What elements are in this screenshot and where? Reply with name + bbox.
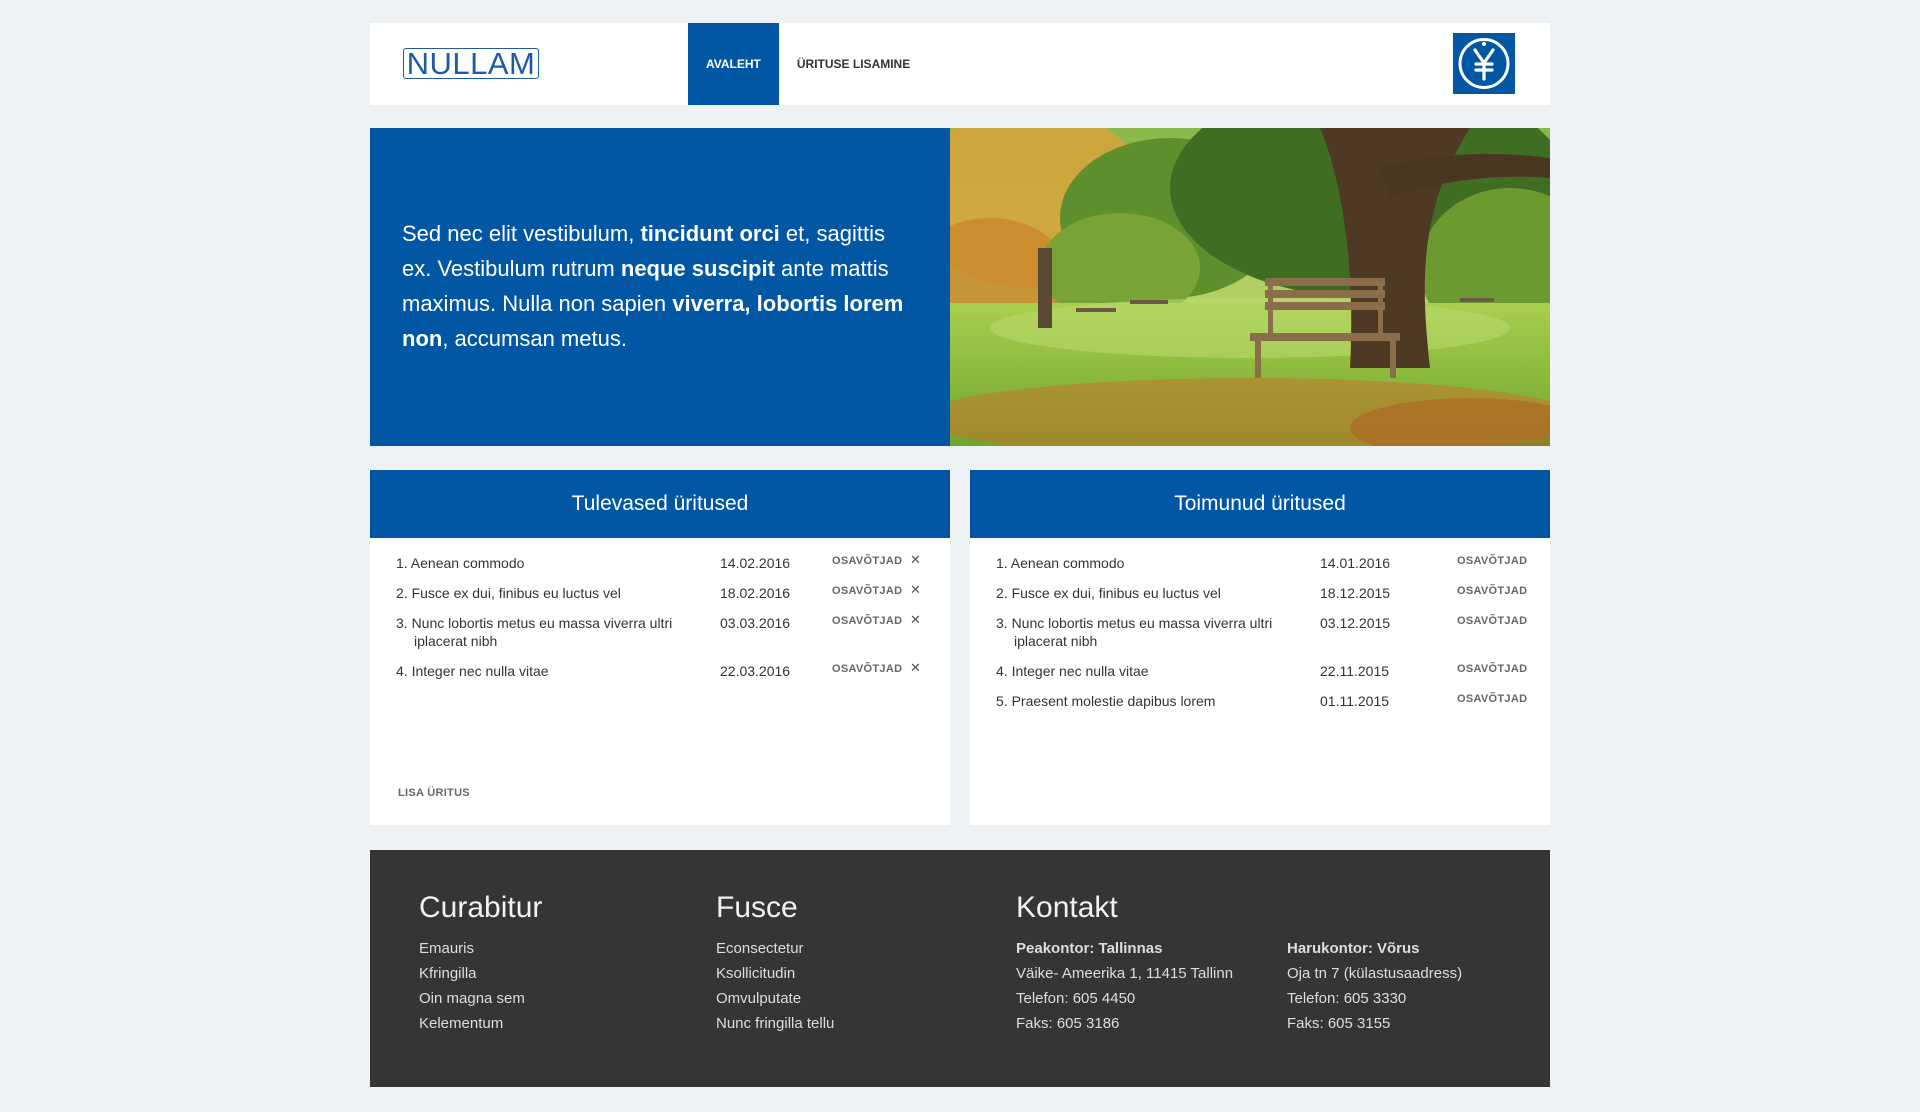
footer-link[interactable]: Kelementum	[419, 1011, 542, 1036]
participants-link[interactable]: OSAVÕTJAD	[832, 552, 902, 570]
footer-link[interactable]: Oin magna sem	[419, 986, 542, 1011]
close-icon[interactable]: ✕	[910, 581, 921, 599]
footer-link[interactable]: Nunc fringilla tellu	[716, 1011, 834, 1036]
upcoming-events-title: Tulevased üritused	[370, 470, 950, 538]
event-date: 03.12.2015	[1320, 615, 1391, 631]
event-date: 03.03.2016	[720, 615, 791, 631]
footer-heading: Kontakt	[1016, 891, 1118, 924]
site-footer: Curabitur Emauris Kfringilla Oin magna s…	[370, 850, 1550, 1087]
hero-park-image	[950, 128, 1550, 446]
event-date: 14.02.2016	[720, 555, 791, 571]
event-name: 5. Praesent molestie dapibus lorem	[996, 693, 1216, 709]
nav-item-home[interactable]: AVALEHT	[688, 23, 779, 105]
list-item: 1. Aenean commodo 14.01.2016 OSAVÕTJAD	[970, 554, 1550, 572]
participants-link[interactable]: OSAVÕTJAD	[832, 660, 902, 678]
hero-text-part: Sed nec elit vestibulum,	[402, 221, 641, 246]
upcoming-events-list: 1. Aenean commodo 14.02.2016 OSAVÕTJAD ✕…	[370, 538, 950, 680]
participants-link[interactable]: OSAVÕTJAD	[832, 582, 902, 600]
office-address: Väike- Ameerika 1, 11415 Tallinn	[1016, 965, 1234, 982]
office-phone: Telefon: 605 4450	[1016, 990, 1136, 1007]
event-name: 3. Nunc lobortis metus eu massa viverra …	[996, 615, 1273, 649]
past-events-title: Toimunud üritused	[970, 470, 1550, 538]
hero-text: Sed nec elit vestibulum, tincidunt orci …	[370, 128, 950, 446]
events-section: Tulevased üritused 1. Aenean commodo 14.…	[370, 470, 1550, 825]
event-date: 14.01.2016	[1320, 555, 1391, 571]
event-name: 1. Aenean commodo	[996, 555, 1125, 571]
footer-link[interactable]: Ksollicitudin	[716, 961, 834, 986]
upcoming-events-panel: Tulevased üritused 1. Aenean commodo 14.…	[370, 470, 950, 825]
event-name: 1. Aenean commodo	[396, 555, 525, 571]
office-phone: Telefon: 605 3330	[1287, 990, 1407, 1007]
close-icon[interactable]: ✕	[910, 659, 921, 677]
list-item: 3. Nunc lobortis metus eu massa viverra …	[970, 614, 1550, 650]
footer-column-contact-branch: Harukontor: Võrus Oja tn 7 (külastusaadr…	[1287, 936, 1462, 1036]
event-date: 01.11.2015	[1320, 693, 1390, 709]
close-icon[interactable]: ✕	[910, 551, 921, 569]
list-item: 2. Fusce ex dui, finibus eu luctus vel 1…	[370, 581, 950, 602]
footer-link[interactable]: Omvulputate	[716, 986, 834, 1011]
site-header: NULLAM AVALEHT ÜRITUSE LISAMINE	[370, 23, 1550, 105]
list-item: 3. Nunc lobortis metus eu massa viverra …	[370, 611, 950, 650]
footer-column-fusce: Fusce Econsectetur Ksollicitudin Omvulpu…	[716, 890, 834, 1036]
participants-link[interactable]: OSAVÕTJAD	[1457, 612, 1527, 630]
footer-column-contact-main: Kontakt Peakontor: Tallinnas Väike- Amee…	[1016, 890, 1233, 1036]
footer-link[interactable]: Emauris	[419, 936, 542, 961]
footer-column-curabitur: Curabitur Emauris Kfringilla Oin magna s…	[419, 890, 542, 1036]
event-date: 18.02.2016	[720, 585, 791, 601]
office-address: Oja tn 7 (külastusaadress)	[1287, 965, 1463, 982]
event-date: 22.11.2015	[1320, 663, 1390, 679]
participants-link[interactable]: OSAVÕTJAD	[832, 612, 902, 630]
list-item: 2. Fusce ex dui, finibus eu luctus vel 1…	[970, 584, 1550, 602]
office-fax: Faks: 605 3155	[1287, 1015, 1391, 1032]
office-heading: Harukontor: Võrus	[1287, 940, 1420, 957]
close-icon[interactable]: ✕	[910, 611, 921, 629]
participants-link[interactable]: OSAVÕTJAD	[1457, 582, 1527, 600]
footer-heading: Fusce	[716, 891, 798, 924]
participants-link[interactable]: OSAVÕTJAD	[1457, 690, 1527, 708]
hero-section: Sed nec elit vestibulum, tincidunt orci …	[370, 128, 1550, 446]
event-name: 4. Integer nec nulla vitae	[396, 663, 549, 679]
footer-link[interactable]: Kfringilla	[419, 961, 542, 986]
footer-link[interactable]: Econsectetur	[716, 936, 834, 961]
office-heading: Peakontor: Tallinnas	[1016, 940, 1163, 957]
footer-heading: Curabitur	[419, 891, 543, 924]
participants-link[interactable]: OSAVÕTJAD	[1457, 660, 1527, 678]
hero-text-emphasis: tincidunt orci	[640, 221, 780, 246]
yen-symbol-emblem-icon	[1453, 33, 1515, 94]
add-event-link[interactable]: LISA ÜRITUS	[398, 787, 470, 799]
main-nav: AVALEHT ÜRITUSE LISAMINE	[688, 23, 928, 105]
event-name: 2. Fusce ex dui, finibus eu luctus vel	[396, 585, 621, 601]
event-name: 2. Fusce ex dui, finibus eu luctus vel	[996, 585, 1221, 601]
office-fax: Faks: 605 3186	[1016, 1015, 1120, 1032]
list-item: 5. Praesent molestie dapibus lorem 01.11…	[970, 692, 1550, 710]
hero-text-emphasis: neque suscipit	[620, 256, 775, 281]
hero-text-part: , accumsan metus.	[442, 326, 627, 351]
list-item: 4. Integer nec nulla vitae 22.11.2015 OS…	[970, 662, 1550, 680]
participants-link[interactable]: OSAVÕTJAD	[1457, 552, 1527, 570]
list-item: 1. Aenean commodo 14.02.2016 OSAVÕTJAD ✕	[370, 551, 950, 572]
event-date: 18.12.2015	[1320, 585, 1391, 601]
event-name: 4. Integer nec nulla vitae	[996, 663, 1149, 679]
event-date: 22.03.2016	[720, 663, 791, 679]
past-events-list: 1. Aenean commodo 14.01.2016 OSAVÕTJAD 2…	[970, 538, 1550, 710]
event-name: 3. Nunc lobortis metus eu massa viverra …	[396, 615, 673, 649]
site-logo[interactable]: NULLAM	[403, 48, 539, 79]
list-item: 4. Integer nec nulla vitae 22.03.2016 OS…	[370, 659, 950, 680]
nav-item-add-event[interactable]: ÜRITUSE LISAMINE	[779, 23, 928, 105]
past-events-panel: Toimunud üritused 1. Aenean commodo 14.0…	[970, 470, 1550, 825]
